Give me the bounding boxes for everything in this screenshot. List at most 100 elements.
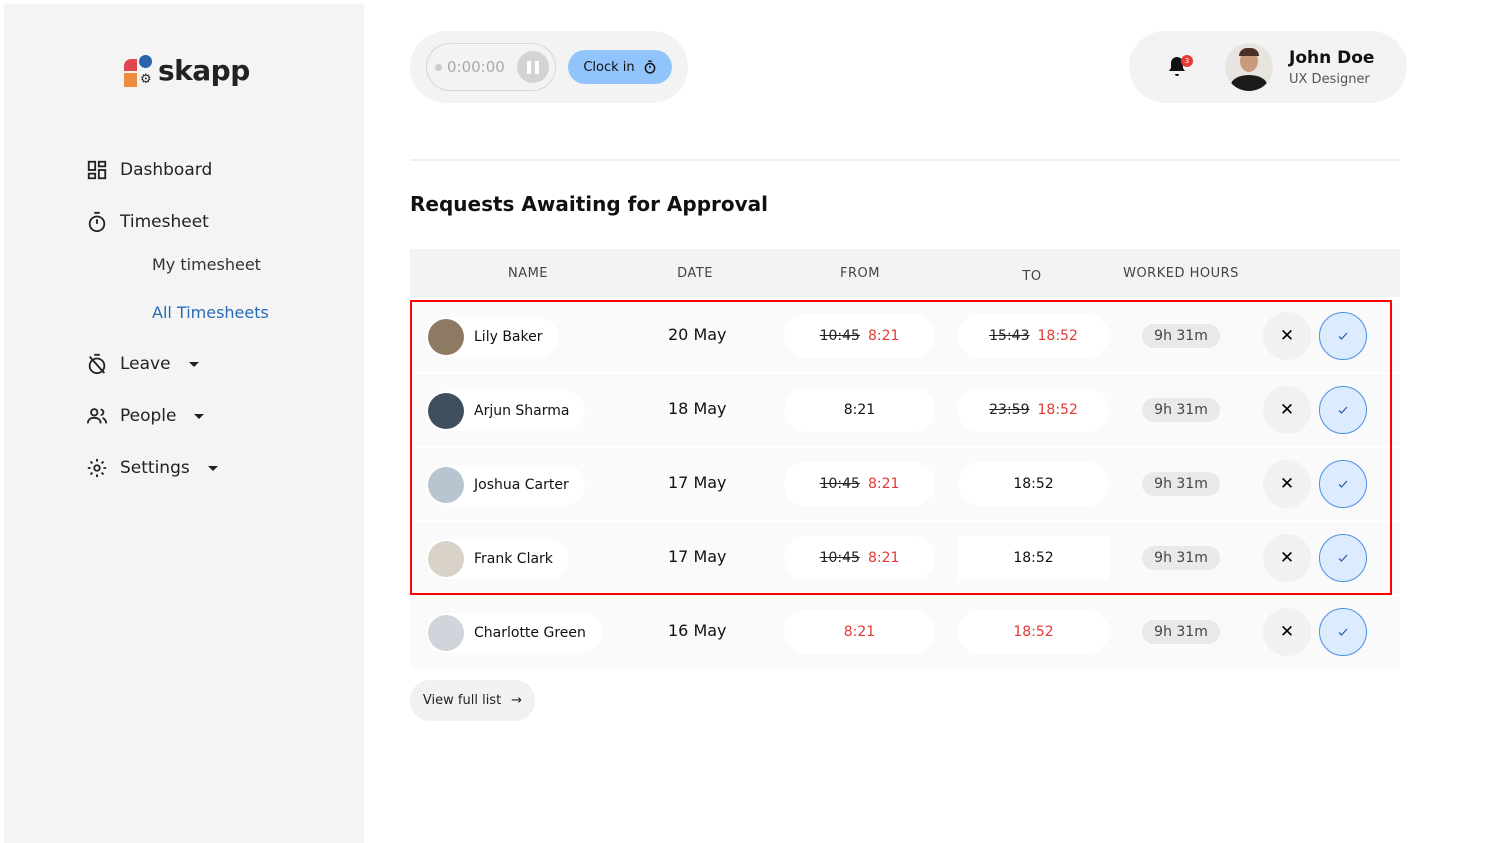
to-requested-time: 18:52 [1013,624,1054,640]
people-icon [86,408,108,424]
pause-button[interactable] [517,51,549,83]
worked-hours: 9h 31m [1142,546,1220,570]
column-header-worked-hours: WORKED HOURS [1123,266,1239,281]
from-original-time: 10:45 [819,328,860,344]
decline-button[interactable]: ✕ [1263,534,1311,582]
chevron-down-icon [194,413,205,419]
column-header-date: DATE [677,266,713,281]
avatar [428,615,464,651]
from-time: 10:45 8:21 [784,462,935,506]
worked-hours: 9h 31m [1142,324,1220,348]
to-time: 23:59 18:52 [958,388,1109,432]
from-requested-time: 8:21 [867,328,900,344]
close-icon: ✕ [1279,326,1295,345]
avatar [428,541,464,577]
close-icon: ✕ [1279,400,1295,419]
from-time: 10:45 8:21 [784,314,935,358]
from-time: 8:21 [784,388,935,432]
employee-chip[interactable]: Charlotte Green [426,613,602,653]
time-tracker: 0:00:00 Clock in [410,31,688,103]
sidebar-item-my-timesheet[interactable]: My timesheet [152,255,261,274]
clock-in-button[interactable]: Clock in [568,50,672,84]
from-time: 8:21 [784,610,935,654]
from-requested-time: 8:21 [843,402,876,418]
check-icon [1338,628,1348,636]
logo[interactable]: ⚙ skapp [124,54,250,87]
to-requested-time: 18:52 [1013,476,1054,492]
clock-in-label: Clock in [583,59,635,75]
leave-icon [88,353,106,375]
from-requested-time: 8:21 [867,550,900,566]
decline-button[interactable]: ✕ [1263,460,1311,508]
table-row: Charlotte Green 16 May 8:21 18:52 9h 31m… [410,596,1400,668]
close-icon: ✕ [1279,548,1295,567]
approve-button[interactable] [1319,312,1367,360]
sidebar-item-label: Settings [120,458,190,478]
request-date: 16 May [668,621,727,640]
dashboard-icon [87,160,107,180]
sidebar-item-leave[interactable]: Leave [86,353,199,375]
from-requested-time: 8:21 [867,476,900,492]
to-requested-time: 18:52 [1037,402,1078,418]
timer-text: 0:00:00 [447,58,505,76]
user-role: UX Designer [1289,72,1370,87]
from-time: 10:45 8:21 [784,536,935,580]
close-icon: ✕ [1279,622,1295,641]
from-original-time: 10:45 [819,476,860,492]
sidebar-item-settings[interactable]: Settings [86,457,218,479]
decline-button[interactable]: ✕ [1263,608,1311,656]
chevron-down-icon [207,465,218,471]
table-row: Joshua Carter 17 May 10:45 8:21 18:52 9h … [410,448,1400,520]
request-date: 17 May [668,547,727,566]
column-header-to: TO [1022,269,1042,284]
view-full-list-label: View full list [422,693,502,708]
user-name: John Doe [1289,48,1375,68]
divider [410,159,1400,161]
sidebar-item-people[interactable]: People [86,405,205,427]
employee-name: Charlotte Green [474,625,586,641]
check-icon [1338,554,1348,562]
to-original-time: 15:43 [989,328,1030,344]
avatar[interactable] [1225,43,1273,91]
employee-name: Lily Baker [474,329,543,345]
request-date: 17 May [668,473,727,492]
sidebar-item-label: Dashboard [120,160,213,180]
employee-chip[interactable]: Joshua Carter [426,465,585,505]
logo-text: skapp [158,54,250,87]
decline-button[interactable]: ✕ [1263,312,1311,360]
view-full-list-button[interactable]: View full list → [410,680,535,721]
request-date: 20 May [668,325,727,344]
employee-name: Joshua Carter [474,477,569,493]
table-header: NAME DATE FROM TO WORKED HOURS [410,249,1400,297]
sidebar-item-timesheet[interactable]: Timesheet [86,211,209,233]
table-row: Frank Clark 17 May 10:45 8:21 18:52 9h 31… [410,522,1400,594]
sidebar-item-all-timesheets[interactable]: All Timesheets [152,303,269,322]
approve-button[interactable] [1319,386,1367,434]
approve-button[interactable] [1319,608,1367,656]
employee-name: Frank Clark [474,551,553,567]
logo-mark-icon: ⚙ [124,54,154,87]
request-date: 18 May [668,399,727,418]
to-time: 18:52 [958,462,1109,506]
approve-button[interactable] [1319,460,1367,508]
to-time: 15:43 18:52 [958,314,1109,358]
approve-button[interactable] [1319,534,1367,582]
worked-hours: 9h 31m [1142,620,1220,644]
employee-name: Arjun Sharma [474,403,570,419]
decline-button[interactable]: ✕ [1263,386,1311,434]
sidebar-item-dashboard[interactable]: Dashboard [86,159,212,181]
to-requested-time: 18:52 [1013,550,1054,566]
worked-hours: 9h 31m [1142,472,1220,496]
to-original-time: 23:59 [989,402,1030,418]
sidebar-item-label: Leave [120,354,171,374]
employee-chip[interactable]: Arjun Sharma [426,391,586,431]
stopwatch-icon [88,211,106,233]
employee-chip[interactable]: Frank Clark [426,539,569,579]
employee-chip[interactable]: Lily Baker [426,317,559,357]
user-panel: 3 John Doe UX Designer [1129,31,1407,103]
arrow-right-icon: → [511,693,523,708]
check-icon [1338,480,1348,488]
gear-icon [87,458,107,478]
table-row: Arjun Sharma 18 May 8:21 23:59 18:52 9h 3… [410,374,1400,446]
column-header-from: FROM [840,266,880,281]
